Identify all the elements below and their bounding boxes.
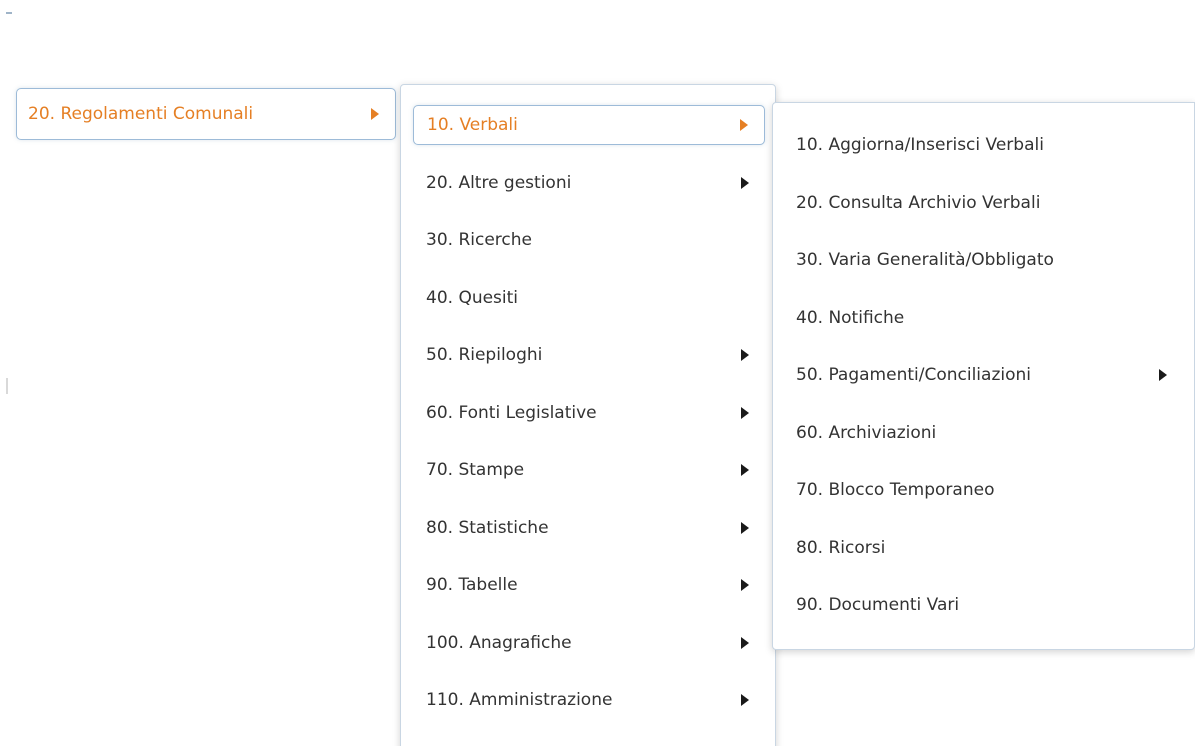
menu-item-label: 90. Tabelle xyxy=(426,575,518,595)
caret-right-icon xyxy=(741,406,749,419)
caret-right-icon xyxy=(741,521,749,534)
menu-level-1: 20. Regolamenti Comunali xyxy=(16,88,396,140)
menu-item-label: 50. Pagamenti/Conciliazioni xyxy=(796,365,1031,385)
menu-item-80-ricorsi[interactable]: 80. Ricorsi xyxy=(783,528,1175,568)
caret-right-icon xyxy=(741,694,749,706)
menu-level-3: 10. Aggiorna/Inserisci Verbali 20. Consul… xyxy=(772,102,1195,650)
menu-item-label: 30. Ricerche xyxy=(426,230,532,250)
menu-item-50-riepiloghi[interactable]: 50. Riepiloghi xyxy=(413,335,765,375)
menu-item-label: 40. Quesiti xyxy=(426,287,519,308)
menu-screen: 20. Regolamenti Comunali 10. Verbali 20. … xyxy=(0,0,1195,746)
menu-item-label: 40. Notifiche xyxy=(796,307,905,328)
menu-item-30-ricerche[interactable]: 30. Ricerche xyxy=(413,220,765,260)
menu-item-label: 100. Anagrafiche xyxy=(426,632,572,653)
menu-item-label: 20. Regolamenti Comunali xyxy=(28,104,254,124)
menu-item-40-quesiti[interactable]: 40. Quesiti xyxy=(413,278,765,318)
menu-item-label: 20. Altre gestioni xyxy=(426,172,572,193)
caret-right-icon xyxy=(741,579,749,591)
menu-item-20-consulta-archivio-verbali[interactable]: 20. Consulta Archivio Verbali xyxy=(783,183,1175,223)
menu-item-110-amministrazione[interactable]: 110. Amministrazione xyxy=(413,680,765,720)
caret-right-icon xyxy=(741,464,749,476)
menu-item-label: 30. Varia Generalità/Obbligato xyxy=(796,250,1054,270)
menu-item-90-documenti-vari[interactable]: 90. Documenti Vari xyxy=(783,585,1175,625)
corner-mark xyxy=(6,12,12,14)
menu-item-80-statistiche[interactable]: 80. Statistiche xyxy=(413,508,765,548)
caret-right-icon xyxy=(371,108,379,120)
menu-item-90-tabelle[interactable]: 90. Tabelle xyxy=(413,565,765,605)
menu-item-10-aggiorna-inserisci-verbali[interactable]: 10. Aggiorna/Inserisci Verbali xyxy=(783,125,1175,165)
menu-item-label: 110. Amministrazione xyxy=(426,690,613,710)
caret-right-icon xyxy=(741,349,749,361)
menu-item-10-verbali[interactable]: 10. Verbali xyxy=(413,105,765,145)
menu-item-30-varia-generalita-obbligato[interactable]: 30. Varia Generalità/Obbligato xyxy=(783,240,1175,280)
menu-item-label: 60. Fonti Legislative xyxy=(426,402,597,423)
caret-right-icon xyxy=(740,119,748,131)
menu-item-100-anagrafiche[interactable]: 100. Anagrafiche xyxy=(413,623,765,663)
menu-item-label: 10. Aggiorna/Inserisci Verbali xyxy=(796,135,1044,155)
menu-item-label: 60. Archiviazioni xyxy=(796,422,937,443)
caret-right-icon xyxy=(741,176,749,189)
menu-item-60-fonti-legislative[interactable]: 60. Fonti Legislative xyxy=(413,393,765,433)
caret-right-icon xyxy=(1159,369,1167,381)
side-mark xyxy=(6,378,8,394)
menu-item-20-altre-gestioni[interactable]: 20. Altre gestioni xyxy=(413,163,765,203)
menu-item-label: 10. Verbali xyxy=(427,115,518,135)
menu-item-label: 90. Documenti Vari xyxy=(796,595,960,615)
menu-item-label: 80. Ricorsi xyxy=(796,537,886,558)
caret-right-icon xyxy=(741,636,749,649)
menu-item-label: 20. Consulta Archivio Verbali xyxy=(796,192,1041,213)
menu-item-40-notifiche[interactable]: 40. Notifiche xyxy=(783,298,1175,338)
menu-item-label: 70. Blocco Temporaneo xyxy=(796,480,995,500)
menu-item-label: 50. Riepiloghi xyxy=(426,345,543,365)
menu-level-2: 10. Verbali 20. Altre gestioni 30. Ricerch… xyxy=(400,84,776,746)
menu-item-regolamenti-comunali[interactable]: 20. Regolamenti Comunali xyxy=(16,88,396,140)
menu-item-60-archiviazioni[interactable]: 60. Archiviazioni xyxy=(783,413,1175,453)
menu-item-label: 80. Statistiche xyxy=(426,517,549,538)
menu-item-label: 70. Stampe xyxy=(426,460,525,480)
menu-item-50-pagamenti-conciliazioni[interactable]: 50. Pagamenti/Conciliazioni xyxy=(783,355,1175,395)
menu-item-70-blocco-temporaneo[interactable]: 70. Blocco Temporaneo xyxy=(783,470,1175,510)
menu-item-70-stampe[interactable]: 70. Stampe xyxy=(413,450,765,490)
